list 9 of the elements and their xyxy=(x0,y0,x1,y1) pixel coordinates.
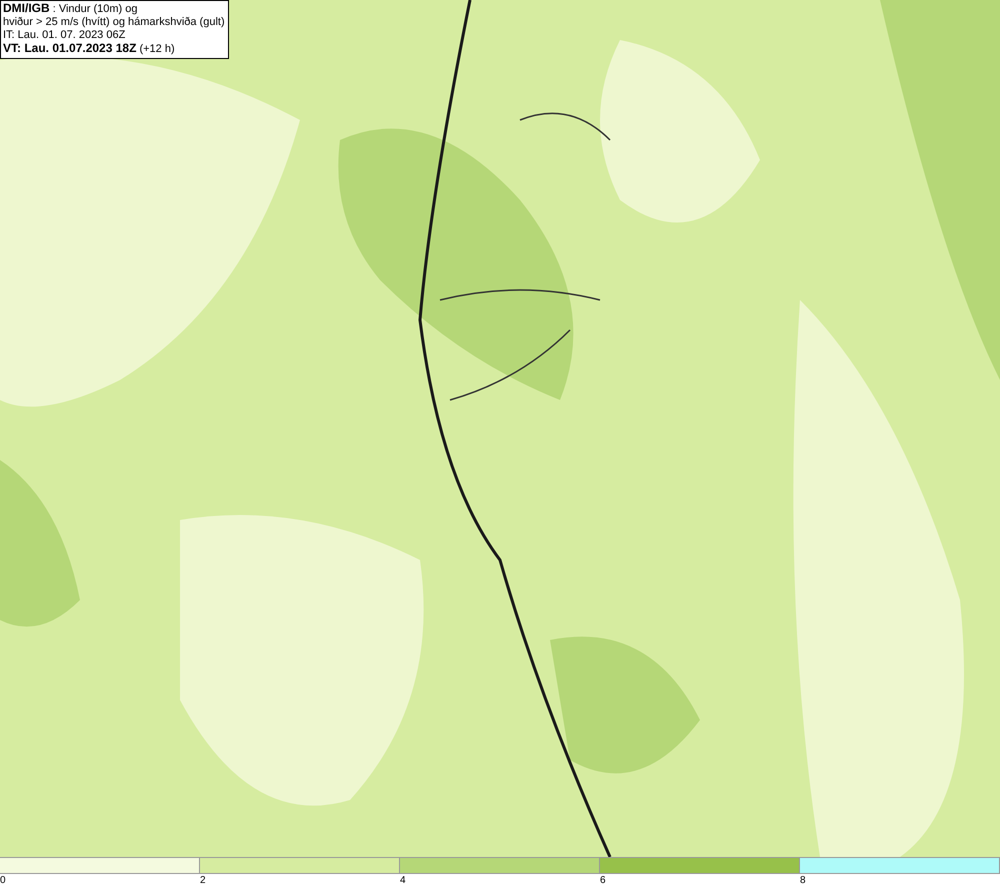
legend-tick-label: 6 xyxy=(600,875,606,886)
map-title-line: hviður > 25 m/s (hvítt) og hámarkshviða (gult) xyxy=(3,16,225,29)
map-title-line: DMI/IGB : Vindur (10m) og xyxy=(3,2,139,16)
legend-tick-label: 0 xyxy=(0,875,6,886)
legend-tick-label: 8 xyxy=(800,875,806,886)
legend-tick-label: 4 xyxy=(400,875,406,886)
legend-tick-label: 2 xyxy=(200,875,206,886)
map-title-line: VT: Lau. 01.07.2023 18Z (+12 h) xyxy=(3,42,176,56)
map-title-line: IT: Lau. 01. 07. 2023 06Z xyxy=(3,29,126,42)
